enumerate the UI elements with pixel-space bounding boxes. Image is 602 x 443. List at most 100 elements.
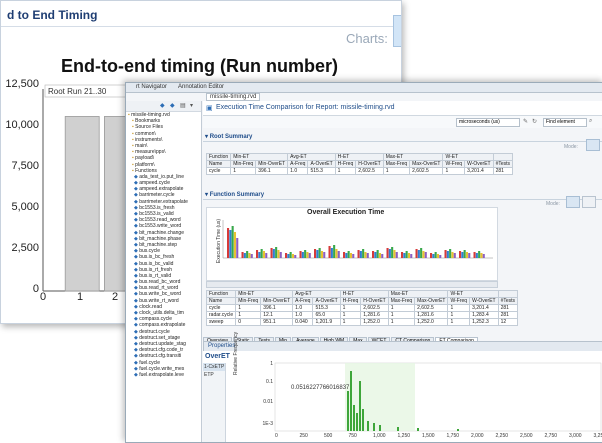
histogram-bar <box>397 427 399 431</box>
exec-bar <box>302 252 304 258</box>
chart-toggle-button[interactable] <box>566 196 580 208</box>
navigator-item-label: destruct.cfg.code_tr <box>139 347 183 353</box>
exec-bar <box>393 250 395 258</box>
column-header[interactable]: A-OverET <box>313 298 340 305</box>
navigator-item-label: bc1553.write_word <box>139 223 181 229</box>
side-tab-etp[interactable]: ETP <box>203 371 225 379</box>
legend-label: Root Run 21..30 <box>48 87 107 96</box>
table-row[interactable]: cycle1396.11.0515.312,602.512,602.513,20… <box>207 168 513 175</box>
column-header[interactable]: Name <box>207 161 231 168</box>
root-summary-heading[interactable]: ▾ Root Summary <box>205 133 252 140</box>
column-header[interactable]: Min-Freq <box>236 298 261 305</box>
properties-label[interactable]: Properties <box>208 343 235 349</box>
column-header[interactable]: H-Freq <box>340 298 361 305</box>
column-group-header[interactable]: Function <box>207 154 231 161</box>
collapse-icon[interactable]: ▤ <box>180 102 186 109</box>
refresh-icon[interactable]: ↻ <box>532 118 537 125</box>
column-group-header[interactable]: H-ET <box>335 154 383 161</box>
column-header[interactable]: H-OverET <box>356 161 384 168</box>
chart-scrollbar[interactable] <box>206 281 498 288</box>
histogram-bar <box>356 413 358 431</box>
units-select[interactable]: microseconds (us) <box>456 118 520 127</box>
navigator-item-label: bus.is_rt_fresh <box>139 267 172 273</box>
table-toggle-button[interactable] <box>582 196 596 208</box>
tab-annotation-editor[interactable]: Annotation Editor <box>178 84 224 90</box>
column-header[interactable]: Name <box>207 298 236 305</box>
exec-bar <box>319 248 321 258</box>
table-row[interactable]: radar.cycle112.11.065.011,281.611,281.61… <box>207 312 518 319</box>
table-cell: 2,602.5 <box>410 168 443 175</box>
navigator-pane: ◆ ◆ ▤ ▾ ▪ missile-timing.rvd▪ Bookmarks▪… <box>126 101 202 442</box>
column-header[interactable]: H-Freq <box>335 161 356 168</box>
histogram-bar <box>417 428 419 431</box>
column-header[interactable]: W-Freq <box>443 161 465 168</box>
exec-bar <box>401 252 403 258</box>
function-summary-heading[interactable]: ▾ Function Summary <box>205 191 264 198</box>
chart-toggle-button[interactable] <box>586 139 600 151</box>
navigator-item-label: fuel.cycle <box>139 360 160 366</box>
exec-bar <box>464 250 466 258</box>
exec-bar <box>234 232 236 258</box>
navigator-item[interactable]: ◆ fuel.extrapolate.leve <box>128 372 201 378</box>
column-group-header[interactable]: W-ET <box>448 291 498 298</box>
column-header[interactable]: H-OverET <box>361 298 389 305</box>
exec-bar <box>449 249 451 258</box>
table-cell: 1 <box>383 168 409 175</box>
properties-pane: OverET 1-CxETP ETP Relative Frequency 10… <box>203 351 602 442</box>
tab-navigator[interactable]: rt Navigator <box>136 84 167 90</box>
search-icon[interactable]: ⌕ <box>589 118 592 125</box>
root-summary-table: FunctionMin-ETAvg-ETH-ETMax-ETW-ET NameM… <box>206 153 513 175</box>
exec-bar <box>251 254 253 258</box>
column-header[interactable]: A-Freq <box>288 161 308 168</box>
column-group-header[interactable]: Min-ET <box>236 291 293 298</box>
histogram-bar <box>373 423 375 431</box>
exec-bar <box>377 250 379 258</box>
column-header[interactable]: #Tests <box>493 161 512 168</box>
side-tab-cxetp[interactable]: 1-CxETP <box>203 363 225 371</box>
column-group-header[interactable]: Min-ET <box>231 154 288 161</box>
column-group-header[interactable]: Avg-ET <box>288 154 336 161</box>
column-group-header[interactable]: Max-ET <box>388 291 448 298</box>
highlight-band <box>345 363 415 431</box>
table-row[interactable]: sweep0951.10.0401,201.911,252.011,252.01… <box>207 319 518 326</box>
column-group-header[interactable]: Max-ET <box>383 154 443 161</box>
column-header[interactable]: Min-OverET <box>261 298 293 305</box>
edit-icon[interactable]: ✎ <box>523 118 528 125</box>
column-group-header[interactable]: H-ET <box>340 291 388 298</box>
column-header[interactable]: A-OverET <box>308 161 335 168</box>
menu-icon[interactable]: ▾ <box>190 102 193 109</box>
column-header[interactable]: W-OverET <box>470 298 499 305</box>
column-group-header[interactable]: W-ET <box>443 154 493 161</box>
column-header[interactable]: Max-Freq <box>383 161 409 168</box>
column-header[interactable]: Max-Freq <box>388 298 414 305</box>
histogram-bar <box>347 391 349 431</box>
column-header[interactable]: Min-Freq <box>231 161 256 168</box>
arrow-right-icon[interactable]: ◆ <box>170 102 175 109</box>
column-group-header[interactable]: Avg-ET <box>293 291 341 298</box>
column-header[interactable]: Max-OverET <box>415 298 448 305</box>
column-header[interactable]: #Tests <box>498 298 517 305</box>
table-cell: 281 <box>498 312 517 319</box>
histogram-bar <box>350 371 352 431</box>
navigator-item-label: bus.is_bc_fresh <box>139 254 174 260</box>
exec-bar <box>416 249 418 258</box>
table-row[interactable]: cycle1396.11.0515.312,602.512,602.513,20… <box>207 305 518 312</box>
exec-bar <box>451 252 453 258</box>
find-select[interactable]: Find element <box>543 118 587 127</box>
column-header[interactable]: A-Freq <box>293 298 313 305</box>
exec-bar <box>459 251 461 258</box>
column-header[interactable]: W-Freq <box>448 298 470 305</box>
column-header[interactable]: Min-OverET <box>256 161 288 168</box>
column-header[interactable]: Max-OverET <box>410 161 443 168</box>
arrow-left-icon[interactable]: ◆ <box>160 102 165 109</box>
column-header[interactable]: W-OverET <box>465 161 494 168</box>
navigator-item-label: bit_machine.change <box>139 230 184 236</box>
tab-missile-timing[interactable]: missile-timing.rvd <box>206 93 260 101</box>
table-cell: 1 <box>231 168 256 175</box>
column-group-header[interactable]: Function <box>207 291 236 298</box>
navigator-item-label: clock_utils.delta_tim <box>139 310 184 316</box>
table-cell: 3,201.4 <box>470 305 499 312</box>
table-cell: sweep <box>207 319 236 326</box>
histogram-bar <box>359 381 361 431</box>
mode-label: Mode: <box>546 201 560 207</box>
